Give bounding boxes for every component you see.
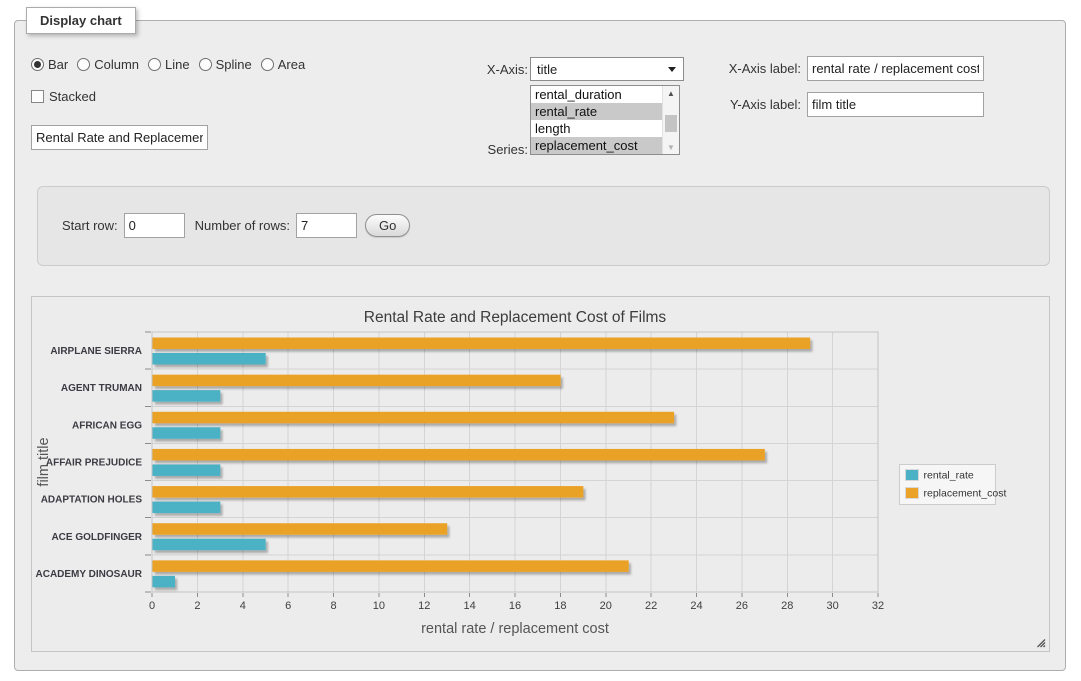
chart-title-input[interactable] [31, 125, 208, 150]
series-options: rental_durationrental_ratelengthreplacem… [531, 86, 663, 154]
svg-text:14: 14 [464, 600, 476, 612]
radio-icon[interactable] [77, 58, 90, 71]
series-option-length[interactable]: length [531, 120, 663, 137]
rows-controls-box: Start row: Number of rows: Go [37, 186, 1050, 266]
radio-label: Area [278, 57, 305, 72]
radio-label: Column [94, 57, 139, 72]
svg-text:AFRICAN EGG: AFRICAN EGG [72, 420, 142, 431]
go-button[interactable]: Go [365, 214, 410, 237]
resize-handle-icon[interactable] [1035, 637, 1046, 648]
svg-text:18: 18 [554, 600, 566, 612]
svg-text:4: 4 [240, 600, 246, 612]
svg-text:rental_rate: rental_rate [924, 470, 974, 482]
svg-text:20: 20 [600, 600, 612, 612]
start-row-input[interactable] [124, 213, 185, 238]
svg-text:26: 26 [736, 600, 748, 612]
svg-text:10: 10 [373, 600, 385, 612]
radio-label: Line [165, 57, 190, 72]
series-label: Series: [401, 142, 528, 157]
svg-text:12: 12 [418, 600, 430, 612]
svg-text:32: 32 [872, 600, 884, 612]
svg-text:2: 2 [194, 600, 200, 612]
radio-icon[interactable] [261, 58, 274, 71]
stacked-label: Stacked [49, 89, 96, 104]
stacked-checkbox[interactable] [31, 90, 44, 103]
chart-type-radio-spline[interactable]: Spline [199, 57, 252, 72]
svg-text:replacement_cost: replacement_cost [924, 488, 1007, 500]
svg-text:0: 0 [149, 600, 155, 612]
series-listbox: rental_durationrental_ratelengthreplacem… [530, 85, 680, 155]
radio-icon[interactable] [148, 58, 161, 71]
svg-text:22: 22 [645, 600, 657, 612]
svg-text:16: 16 [509, 600, 521, 612]
x-axis-label-caption: X-Axis label: [681, 61, 801, 76]
chart-type-radio-area[interactable]: Area [261, 57, 305, 72]
x-axis-label-input[interactable] [807, 56, 984, 81]
chart-type-radio-line[interactable]: Line [148, 57, 190, 72]
svg-text:8: 8 [330, 600, 336, 612]
scrollbar-thumb[interactable] [665, 115, 677, 132]
radio-label: Bar [48, 57, 68, 72]
svg-text:AGENT TRUMAN: AGENT TRUMAN [61, 383, 142, 394]
svg-text:AFFAIR PREJUDICE: AFFAIR PREJUDICE [46, 458, 142, 469]
x-axis-select-label: X-Axis: [401, 62, 528, 77]
num-rows-label: Number of rows: [195, 218, 290, 233]
x-axis-select[interactable]: title [530, 57, 684, 81]
select-dropdown-arrow-icon [668, 67, 676, 72]
bar-chart: 02468101214161820222426283032AIRPLANE SI… [32, 297, 1049, 651]
svg-text:28: 28 [781, 600, 793, 612]
series-option-rental_rate[interactable]: rental_rate [531, 103, 663, 120]
y-axis-label-input[interactable] [807, 92, 984, 117]
radio-icon[interactable] [31, 58, 44, 71]
chart-container: 02468101214161820222426283032AIRPLANE SI… [31, 296, 1050, 652]
rows-controls: Start row: Number of rows: Go [62, 213, 410, 238]
svg-text:ADAPTATION HOLES: ADAPTATION HOLES [41, 495, 143, 506]
chart-type-radio-column[interactable]: Column [77, 57, 139, 72]
svg-text:24: 24 [690, 600, 702, 612]
svg-text:film title: film title [36, 437, 52, 486]
scrollbar-up-button[interactable]: ▲ [663, 86, 679, 100]
radio-label: Spline [216, 57, 252, 72]
page: Display chart Bar Column Line Spline Area St… [0, 0, 1081, 681]
series-scrollbar[interactable]: ▲ ▼ [662, 86, 679, 154]
y-axis-label-caption: Y-Axis label: [681, 97, 801, 112]
svg-text:ACE GOLDFINGER: ACE GOLDFINGER [51, 532, 142, 543]
radio-icon[interactable] [199, 58, 212, 71]
start-row-label: Start row: [62, 218, 118, 233]
panel-title: Display chart [26, 7, 136, 34]
chart-type-radio-bar[interactable]: Bar [31, 57, 68, 72]
svg-text:AIRPLANE SIERRA: AIRPLANE SIERRA [50, 346, 142, 357]
series-option-replacement_cost[interactable]: replacement_cost [531, 137, 663, 154]
display-chart-panel: Display chart BarColumnLineSplineArea St… [14, 20, 1066, 671]
svg-text:6: 6 [285, 600, 291, 612]
svg-text:Rental Rate and Replacement Co: Rental Rate and Replacement Cost of Film… [364, 309, 667, 326]
x-axis-selected-value: title [537, 62, 557, 77]
svg-text:ACADEMY DINOSAUR: ACADEMY DINOSAUR [36, 569, 143, 580]
stacked-row: Stacked [31, 89, 96, 104]
svg-text:rental rate / replacement cost: rental rate / replacement cost [421, 621, 609, 637]
chart-type-radios: Bar Column Line Spline Area [31, 57, 305, 72]
num-rows-input[interactable] [296, 213, 357, 238]
svg-text:30: 30 [827, 600, 839, 612]
scrollbar-down-button[interactable]: ▼ [663, 140, 679, 154]
series-option-rental_duration[interactable]: rental_duration [531, 86, 663, 103]
